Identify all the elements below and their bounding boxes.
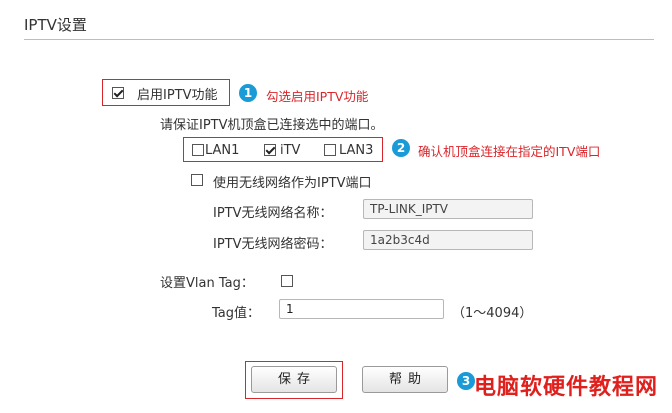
port-itv-label: iTV [280, 143, 301, 158]
step-3-badge: 3 [457, 372, 475, 390]
wireless-ssid-field[interactable]: TP-LINK_IPTV [363, 199, 533, 219]
step-2-hint: 确认机顶盒连接在指定的ITV端口 [418, 144, 601, 159]
save-button[interactable]: 保存 [251, 366, 337, 393]
tag-value-input[interactable]: 1 [279, 299, 444, 319]
wireless-port-label: 使用无线网络作为IPTV端口 [213, 176, 372, 191]
wireless-password-field[interactable]: 1a2b3c4d [363, 230, 533, 250]
wireless-password-label: IPTV无线网络密码： [213, 237, 333, 252]
port-itv-checkbox[interactable] [264, 144, 276, 156]
enable-iptv-checkbox[interactable] [112, 87, 124, 99]
site-watermark: 电脑软硬件教程网 [474, 375, 659, 400]
port-lan1-checkbox[interactable] [192, 144, 204, 156]
port-instruction: 请保证IPTV机顶盒已连接选中的端口。 [160, 118, 384, 133]
port-lan3-checkbox[interactable] [324, 144, 336, 156]
step-1-badge: 1 [239, 84, 257, 102]
tag-range-hint: （1～4094） [452, 306, 533, 321]
tag-value-label: Tag值： [212, 306, 261, 321]
port-lan1-label: LAN1 [205, 143, 240, 158]
help-button[interactable]: 帮助 [362, 366, 448, 393]
vlan-tag-label: 设置Vlan Tag： [160, 276, 254, 291]
step-1-hint: 勾选启用IPTV功能 [266, 89, 369, 104]
step-2-badge: 2 [392, 139, 410, 157]
title-divider [24, 39, 654, 40]
wireless-ssid-label: IPTV无线网络名称： [213, 206, 333, 221]
port-lan3-label: LAN3 [339, 143, 374, 158]
wireless-port-checkbox[interactable] [191, 174, 203, 186]
vlan-tag-checkbox[interactable] [281, 275, 293, 287]
enable-iptv-label: 启用IPTV功能 [137, 88, 218, 103]
page-title: IPTV设置 [24, 16, 87, 34]
